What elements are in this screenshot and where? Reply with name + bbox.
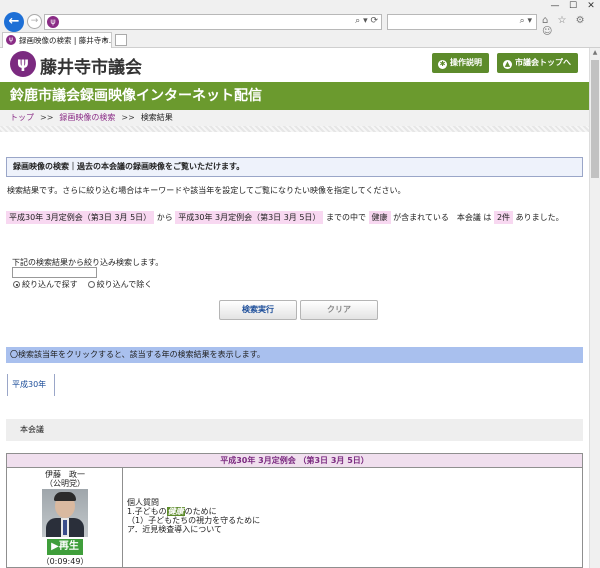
speaker-party: （公明党） (45, 479, 85, 488)
keyword-value: 健康 (368, 211, 391, 224)
result-description: 検索結果です。さらに絞り込む場合はキーワードや該当年を設定してご覧になりたい映像… (7, 186, 406, 195)
decorative-stripe (0, 126, 589, 132)
breadcrumb-current: 検索結果 (140, 113, 173, 122)
browser-search-box[interactable]: ⌕ ▾ (387, 14, 537, 30)
option-exclude-label: 絞り込んで除く (96, 280, 153, 289)
maximize-button[interactable]: ☐ (564, 0, 582, 12)
play-button[interactable]: ▶再生 (47, 539, 83, 555)
breadcrumb-separator: >> (121, 113, 135, 122)
video-duration: （0:09:49） (41, 557, 89, 566)
question-type: 個人質問 (127, 498, 159, 507)
search-execute-button[interactable]: 検索実行 (219, 300, 297, 320)
to-session: 平成30年 3月定例会（第3日 3月 5日） (175, 211, 324, 224)
question-content: 個人質問 1.子どもの健康のために （1）子どもたちの視力を守るために ア．近見… (127, 498, 260, 534)
new-tab-button[interactable] (115, 34, 127, 46)
tab-title: 録画映像の検索 | 藤井寺市... (19, 36, 112, 45)
breadcrumb-search-link[interactable]: 録画映像の検索 (59, 113, 115, 122)
web-page: ψ 藤井寺市議会 ✱ 操作説明 ▲ 市議会トップへ 鈴鹿市議会録画映像インターネット… (0, 48, 589, 568)
address-bar-buttons[interactable]: ⌕ ▾ ⟳ (355, 16, 378, 26)
radio-include[interactable] (13, 281, 20, 288)
speaker-name: 伊藤 政一 (45, 470, 85, 479)
breadcrumb-separator: >> (40, 113, 54, 122)
question-item-1: 1.子どもの健康のために (127, 507, 217, 516)
city-logo-icon[interactable]: ψ (10, 51, 36, 77)
clear-button[interactable]: クリア (300, 300, 378, 320)
speaker-photo (42, 489, 88, 537)
site-header: ψ 藤井寺市議会 ✱ 操作説明 ▲ 市議会トップへ (0, 48, 589, 80)
building-icon: ▲ (503, 60, 512, 69)
back-button[interactable]: ← (4, 12, 24, 32)
result-count: 2件 (493, 211, 514, 224)
conditions-tail: ありました。 (515, 213, 564, 222)
from-session: 平成30年 3月定例会（第3日 3月 5日） (6, 211, 155, 224)
gear-icon: ✱ (438, 60, 447, 69)
option-include[interactable]: 絞り込んで探す (13, 279, 78, 290)
page-scrollbar[interactable]: ▲ (589, 48, 600, 568)
option-include-label: 絞り込んで探す (22, 280, 78, 289)
browser-tool-icons[interactable]: ⌂ ☆ ⚙ ☺ (542, 15, 600, 37)
narrow-search-input[interactable] (12, 267, 97, 278)
scroll-up-icon[interactable]: ▲ (590, 48, 600, 58)
from-word: から (156, 213, 173, 222)
info-bar: 〇検索該当年をクリックすると、該当する年の検索結果を表示します。 (6, 347, 583, 363)
result-table: 平成30年 3月定例会 （第3日 3月 5日） 伊藤 政一 （公明党） ▶再生 … (6, 453, 583, 568)
play-button-label: 再生 (58, 541, 79, 552)
assembly-top-button-label: 市議会トップへ (515, 58, 571, 67)
minimize-button[interactable]: — (546, 0, 564, 12)
search-conditions: 平成30年 3月定例会（第3日 3月 5日） から 平成30年 3月定例会（第3… (6, 209, 586, 227)
narrow-mode-options: 絞り込んで探す 絞り込んで除く (13, 279, 162, 290)
session-header: 平成30年 3月定例会 （第3日 3月 5日） (7, 454, 582, 468)
forward-button[interactable]: → (27, 14, 42, 29)
help-button-label: 操作説明 (450, 58, 482, 67)
address-bar[interactable]: ψ ⌕ ▾ ⟳ (44, 14, 382, 30)
tab-favicon-icon: ψ (6, 35, 16, 45)
site-favicon-icon: ψ (47, 16, 59, 28)
browser-chrome: — ☐ ✕ ← → ψ ⌕ ▾ ⟳ ⌕ ▾ ⌂ ☆ ⚙ ☺ ψ 録画映像の検索 … (0, 0, 600, 48)
assembly-top-button[interactable]: ▲ 市議会トップへ (497, 53, 578, 73)
browser-tab[interactable]: ψ 録画映像の検索 | 藤井寺市... × (2, 32, 112, 48)
keyword-highlight: 健康 (166, 507, 185, 516)
window-controls: — ☐ ✕ (546, 0, 600, 12)
option-exclude[interactable]: 絞り込んで除く (87, 279, 153, 290)
question-item-2: （1）子どもたちの視力を守るために (127, 516, 261, 525)
help-button[interactable]: ✱ 操作説明 (432, 53, 489, 73)
play-icon: ▶ (51, 541, 59, 552)
close-window-button[interactable]: ✕ (582, 0, 600, 12)
speaker-cell: 伊藤 政一 （公明党） ▶再生 （0:09:49） (7, 468, 123, 568)
meeting-type-header: 本会議 (6, 419, 583, 441)
search-icon[interactable]: ⌕ ▾ (520, 16, 532, 26)
breadcrumb: トップ >> 録画映像の検索 >> 検索結果 (0, 110, 589, 126)
notice-box: 録画映像の検索｜過去の本会議の録画映像をご覧いただけます。 (6, 157, 583, 177)
breadcrumb-top-link[interactable]: トップ (10, 113, 34, 122)
contains-word: が含まれている 本会議 は (393, 213, 492, 222)
site-logo-text[interactable]: 藤井寺市議会 (40, 53, 142, 78)
scrollbar-thumb[interactable] (591, 60, 599, 178)
to-word: までの中で (325, 213, 366, 222)
page-title: 鈴鹿市議会録画映像インターネット配信 (0, 82, 589, 110)
radio-exclude[interactable] (87, 281, 95, 288)
question-item-3: ア．近見検査導入について (127, 525, 222, 534)
tab-close-icon[interactable]: × (102, 33, 108, 48)
year-tab[interactable]: 平成30年 (7, 374, 55, 396)
